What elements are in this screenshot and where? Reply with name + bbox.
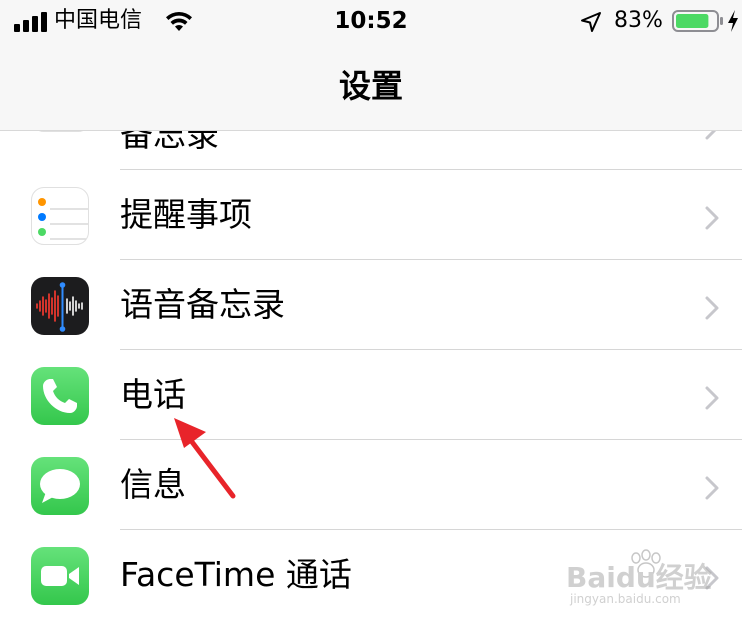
location-services-icon xyxy=(581,12,601,32)
voice-memos-icon xyxy=(31,277,89,335)
chevron-right-icon xyxy=(705,386,719,410)
battery-icon xyxy=(672,10,723,32)
phone-icon xyxy=(31,367,89,425)
chevron-right-icon xyxy=(705,296,719,320)
settings-row-reminders[interactable]: 提醒事项 xyxy=(0,170,742,260)
settings-row-label: 提醒事项 xyxy=(120,195,252,234)
baidu-jingyan-watermark: Baidu经验 jingyan.baidu.com xyxy=(566,548,736,608)
watermark-url: jingyan.baidu.com xyxy=(570,592,681,606)
page-title: 设置 xyxy=(338,67,403,105)
settings-row-voice-memos[interactable]: 语音备忘录 xyxy=(0,260,742,350)
annotation-arrow-icon xyxy=(174,418,236,499)
settings-row-label: 语音备忘录 xyxy=(120,285,285,324)
top-bar: 中国电信 10:52 83% 设置 xyxy=(0,0,742,131)
battery-percentage: 83% xyxy=(614,8,663,33)
status-bar: 中国电信 10:52 83% xyxy=(0,0,742,44)
watermark-brand: Baidu经验 xyxy=(566,561,712,594)
settings-row-label: 电话 xyxy=(120,375,186,414)
chevron-right-icon xyxy=(705,476,719,500)
charging-bolt-icon xyxy=(728,10,738,32)
messages-icon xyxy=(31,457,89,515)
settings-row-label: FaceTime 通话 xyxy=(120,555,352,594)
chevron-right-icon xyxy=(705,206,719,230)
settings-row-phone[interactable]: 电话 xyxy=(0,350,742,440)
settings-row-messages[interactable]: 信息 xyxy=(0,440,742,530)
facetime-icon xyxy=(31,547,89,605)
reminders-icon xyxy=(31,187,89,245)
settings-list: 备忘录 提醒事项 语音备忘录 电话 信息 FaceTime 通话 xyxy=(0,72,742,620)
